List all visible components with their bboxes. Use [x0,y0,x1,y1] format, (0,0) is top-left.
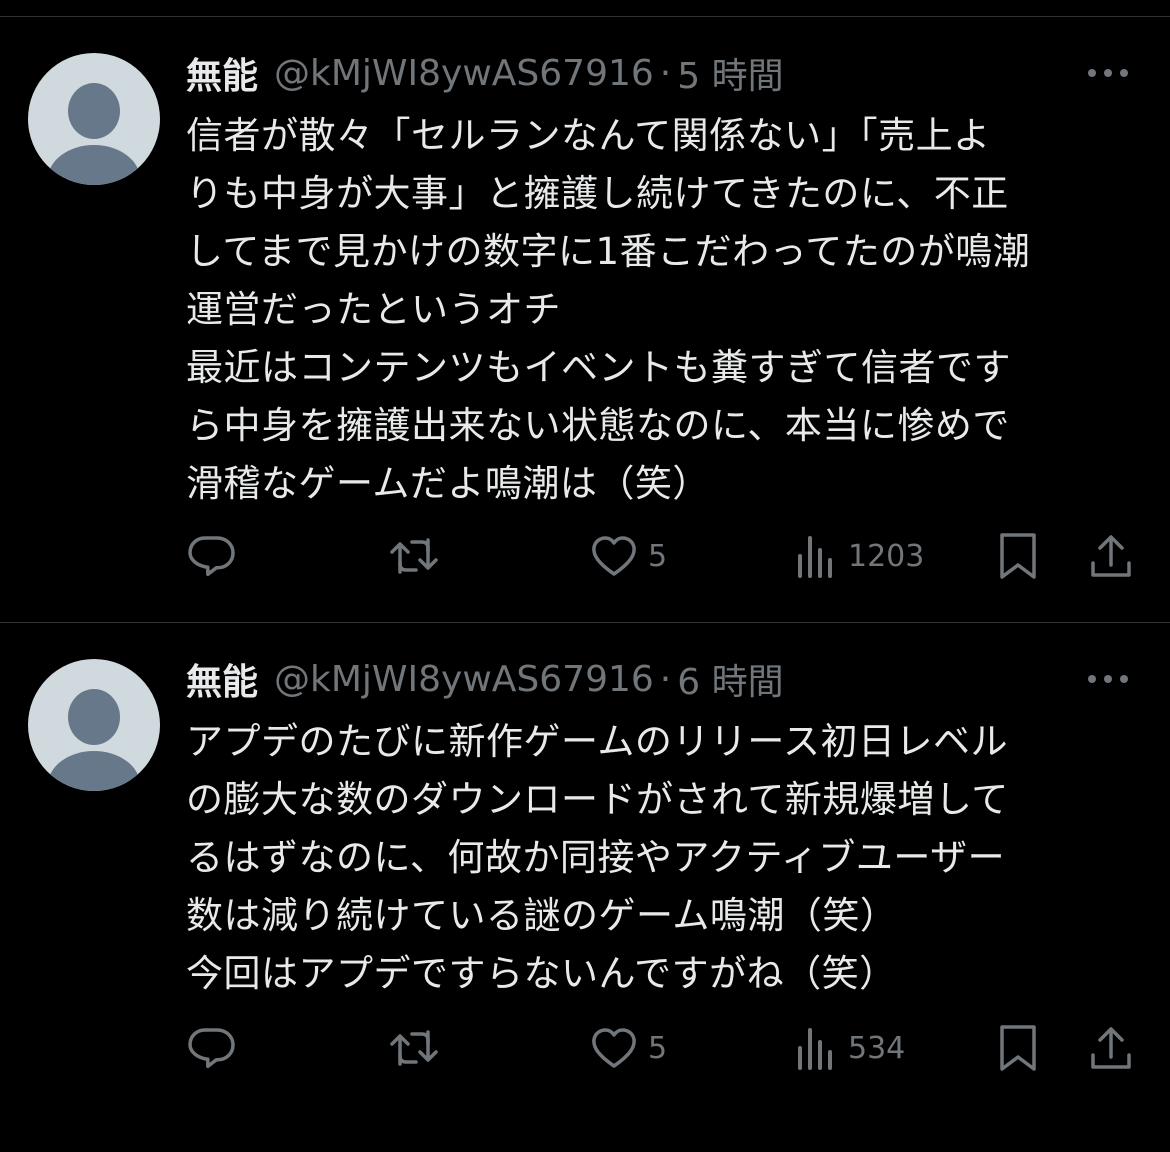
share-button[interactable] [1088,1021,1134,1075]
default-avatar-icon [48,83,140,185]
tweet-1[interactable]: 無能 @kMjWI8ywAS67916 · 5 時間 信者が散々「セルランなんて… [0,17,1170,622]
tweet-text-line: 数は減り続けている謎のゲーム鳴潮（笑） [186,894,898,937]
retweet-icon [390,1030,438,1066]
like-count: 5 [648,538,668,574]
action-bar: 5 534 [186,1021,1140,1075]
tweet-text-line: 滑稽なゲームだよ鳴潮は（笑） [186,462,710,505]
user-handle[interactable]: @kMjWI8ywAS67916 [274,659,654,700]
reply-button[interactable] [186,1021,236,1075]
tweet-header: 無能 @kMjWI8ywAS67916 · 5 時間 [186,49,1140,97]
like-button[interactable]: 5 [590,1021,667,1075]
more-horizontal-icon [1088,675,1128,683]
timestamp[interactable]: 5 時間 [677,47,783,99]
retweet-icon [390,538,438,574]
bookmark-icon [1000,533,1036,579]
views-button[interactable]: 534 [794,1021,905,1075]
tweet-text-line: してまで見かけの数字に1番こだわってたのが鳴潮 [186,230,1031,273]
view-count: 534 [848,1030,906,1066]
avatar[interactable] [28,53,160,185]
tweet-text-line: 信者が散々「セルランなんて関係ない」「売上よ [186,114,991,157]
views-icon [798,1028,832,1070]
user-handle[interactable]: @kMjWI8ywAS67916 [274,53,654,94]
display-name[interactable]: 無能 [186,653,258,705]
more-horizontal-icon [1088,69,1128,77]
action-bar: 5 1203 [186,529,1140,583]
bookmark-icon [1000,1025,1036,1071]
more-button[interactable] [1084,663,1132,695]
heart-icon [592,536,636,576]
default-avatar-icon [48,689,140,791]
views-icon [798,536,832,578]
tweet-text-line: 最近はコンテンツもイベントも糞すぎて信者です [186,346,1011,389]
tweet-text-line: りも中身が大事」と擁護し続けてきたのに、不正 [186,172,1009,215]
reply-icon [188,536,235,577]
display-name[interactable]: 無能 [186,47,258,99]
tweet-header: 無能 @kMjWI8ywAS67916 · 6 時間 [186,655,1140,703]
like-count: 5 [648,1030,668,1066]
bookmark-button[interactable] [998,1021,1038,1075]
share-icon [1091,1027,1131,1069]
tweet-text-line: ら中身を擁護出来ない状態なのに、本当に惨めで [186,404,1010,447]
view-count: 1203 [848,538,925,574]
reply-icon [188,1028,235,1069]
share-icon [1091,535,1131,577]
reply-button[interactable] [186,529,236,583]
tweet-text-line: アプデのたびに新作ゲームのリリース初日レベル [186,720,1009,763]
timestamp[interactable]: 6 時間 [677,653,783,705]
tweet-text: 信者が散々「セルランなんて関係ない」「売上よ りも中身が大事」と擁護し続けてきた… [186,107,1146,513]
tweet-text-line: るはずなのに、何故か同接やアクティブユーザー [186,836,1006,879]
retweet-button[interactable] [386,1021,442,1075]
tweet-text-line: 運営だったというオチ [186,288,561,331]
separator-dot: · [659,52,672,94]
more-button[interactable] [1084,57,1132,89]
views-button[interactable]: 1203 [794,529,924,583]
avatar[interactable] [28,659,160,791]
retweet-button[interactable] [386,529,442,583]
tweet-text-line: の膨大な数のダウンロードがされて新規爆増して [186,778,1009,821]
bookmark-button[interactable] [998,529,1038,583]
heart-icon [592,1028,636,1068]
share-button[interactable] [1088,529,1134,583]
tweet-text-line: 今回はアプデですらないんですがね（笑） [186,952,897,995]
tweet-text: アプデのたびに新作ゲームのリリース初日レベル の膨大な数のダウンロードがされて新… [186,713,1146,1003]
like-button[interactable]: 5 [590,529,667,583]
separator-dot: · [659,658,672,700]
tweet-2[interactable]: 無能 @kMjWI8ywAS67916 · 6 時間 アプデのたびに新作ゲームの… [0,623,1170,1152]
